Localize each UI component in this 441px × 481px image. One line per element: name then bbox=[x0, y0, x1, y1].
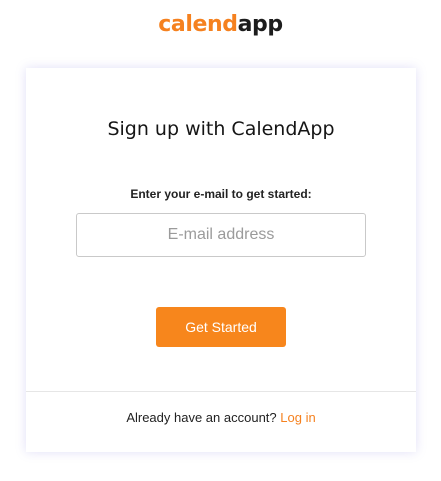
login-prompt-text: Already have an account? bbox=[126, 410, 277, 425]
calendapp-logo[interactable]: calendapp bbox=[0, 10, 441, 40]
signup-page: calendapp Sign up with CalendApp Enter y… bbox=[0, 0, 441, 481]
get-started-button[interactable]: Get Started bbox=[156, 307, 286, 347]
login-prompt: Already have an account? Log in bbox=[26, 410, 416, 426]
signup-title: Sign up with CalendApp bbox=[107, 118, 335, 140]
card-divider bbox=[26, 391, 416, 392]
logo-text-app: app bbox=[237, 12, 284, 37]
signup-card: Sign up with CalendApp Enter your e-mail… bbox=[26, 68, 416, 452]
email-prompt-label: Enter your e-mail to get started: bbox=[130, 187, 312, 201]
email-address-input[interactable] bbox=[76, 213, 366, 257]
log-in-link[interactable]: Log in bbox=[280, 410, 315, 425]
logo-text-calend: calend bbox=[158, 12, 238, 37]
